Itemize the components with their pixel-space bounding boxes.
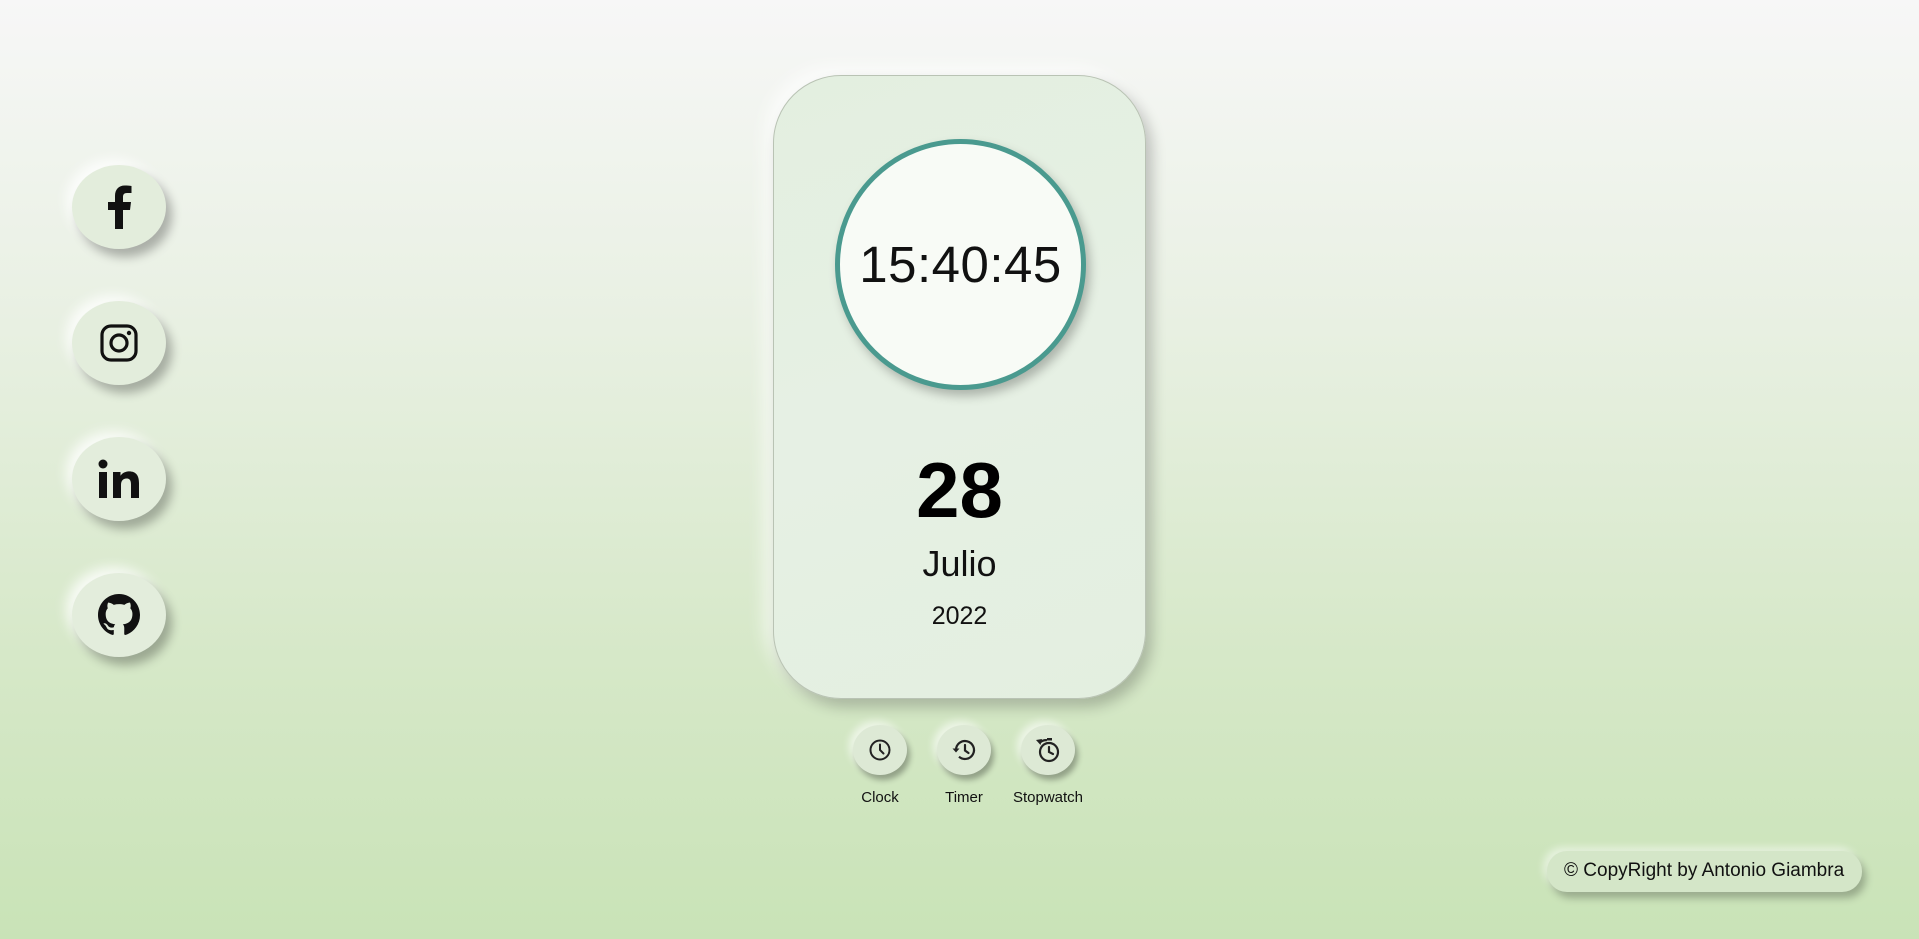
clock-mode-button[interactable] [853, 725, 907, 775]
social-links [72, 165, 166, 657]
stopwatch-mode-button[interactable] [1021, 725, 1075, 775]
facebook-icon [108, 185, 132, 229]
history-icon [952, 739, 976, 761]
date-day: 28 [916, 446, 1003, 534]
date-year: 2022 [931, 602, 988, 630]
stopwatch-icon [1036, 738, 1060, 763]
mode-stopwatch: Stopwatch [993, 725, 1103, 806]
copyright-badge: © CopyRight by Antonio Giambra [1547, 851, 1863, 892]
linkedin-button[interactable] [72, 437, 166, 521]
mode-switcher: Clock Timer Stopwatch [0, 725, 1919, 815]
github-icon [98, 594, 140, 635]
clock-dial: 15:40:45 [835, 139, 1086, 390]
stopwatch-mode-label: Stopwatch [1012, 789, 1084, 806]
facebook-button[interactable] [72, 165, 166, 249]
clock-icon [869, 739, 891, 761]
instagram-button[interactable] [72, 301, 166, 385]
github-button[interactable] [72, 573, 166, 657]
timer-mode-button[interactable] [937, 725, 991, 775]
clock-time: 15:40:45 [859, 236, 1062, 293]
linkedin-icon [98, 459, 139, 498]
date-month: Julio [922, 543, 997, 584]
clock-card: 15:40:45 28 Julio 2022 [773, 75, 1146, 699]
instagram-icon [100, 324, 138, 362]
